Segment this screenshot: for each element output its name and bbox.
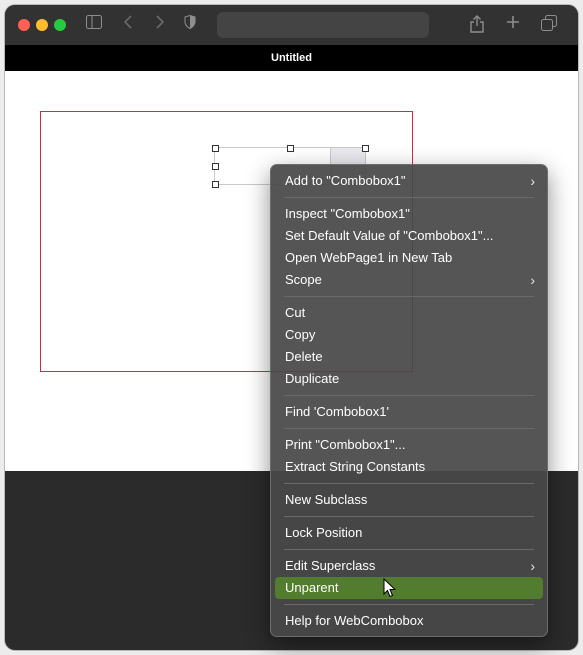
menu-separator: [284, 395, 534, 396]
share-icon[interactable]: [469, 15, 485, 35]
menu-item-duplicate[interactable]: Duplicate: [275, 368, 543, 390]
menu-item-scope[interactable]: Scope ›: [275, 269, 543, 291]
menu-item-label: Lock Position: [285, 525, 363, 540]
menu-item-label: Scope: [285, 272, 322, 287]
context-menu: Add to "Combobox1" › Inspect "Combobox1"…: [270, 164, 548, 637]
menu-separator: [284, 483, 534, 484]
menu-item-label: Cut: [285, 305, 306, 320]
menu-separator: [284, 549, 534, 550]
resize-handle[interactable]: [212, 145, 219, 152]
menu-item-label: Extract String Constants: [285, 459, 426, 474]
menu-separator: [284, 296, 534, 297]
menu-item-set-default-value[interactable]: Set Default Value of "Combobox1"...: [275, 225, 543, 247]
menu-item-label: Duplicate: [285, 371, 340, 386]
menu-item-copy[interactable]: Copy: [275, 324, 543, 346]
menu-item-add-to[interactable]: Add to "Combobox1" ›: [275, 170, 543, 192]
document-title: Untitled: [5, 45, 578, 71]
resize-handle[interactable]: [212, 181, 219, 188]
submenu-chevron-icon: ›: [530, 272, 535, 288]
menu-separator: [284, 516, 534, 517]
menu-item-unparent[interactable]: Unparent: [275, 577, 543, 599]
toolbar: [5, 5, 578, 45]
menu-separator: [284, 197, 534, 198]
menu-item-inspect[interactable]: Inspect "Combobox1": [275, 203, 543, 225]
menu-item-label: Inspect "Combobox1": [285, 206, 410, 221]
close-window-button[interactable]: [18, 19, 30, 31]
resize-handle[interactable]: [212, 163, 219, 170]
submenu-chevron-icon: ›: [530, 173, 535, 189]
menu-item-label: Copy: [285, 327, 316, 342]
new-tab-plus-icon[interactable]: [505, 15, 521, 35]
menu-item-print[interactable]: Print "Combobox1"...: [275, 434, 543, 456]
menu-item-cut[interactable]: Cut: [275, 302, 543, 324]
forward-chevron-icon[interactable]: [153, 15, 167, 35]
zoom-window-button[interactable]: [54, 19, 66, 31]
mouse-pointer-icon: [383, 578, 397, 598]
address-bar[interactable]: [217, 12, 429, 38]
menu-item-label: Set Default Value of "Combobox1"...: [285, 228, 494, 243]
menu-item-label: Delete: [285, 349, 323, 364]
menu-separator: [284, 604, 534, 605]
menu-item-label: Open WebPage1 in New Tab: [285, 250, 453, 265]
submenu-chevron-icon: ›: [530, 558, 535, 574]
menu-item-new-subclass[interactable]: New Subclass: [275, 489, 543, 511]
menu-item-open-in-new-tab[interactable]: Open WebPage1 in New Tab: [275, 247, 543, 269]
back-chevron-icon[interactable]: [121, 15, 135, 35]
menu-item-delete[interactable]: Delete: [275, 346, 543, 368]
resize-handle[interactable]: [362, 145, 369, 152]
tabs-overview-icon[interactable]: [540, 15, 558, 35]
menu-separator: [284, 428, 534, 429]
menu-item-label: New Subclass: [285, 492, 368, 507]
shield-icon[interactable]: [183, 14, 197, 35]
menu-item-extract-string-constants[interactable]: Extract String Constants: [275, 456, 543, 478]
menu-item-label: Find 'Combobox1': [285, 404, 389, 419]
minimize-window-button[interactable]: [36, 19, 48, 31]
resize-handle[interactable]: [287, 145, 294, 152]
menu-item-label: Unparent: [285, 580, 339, 595]
menu-item-edit-superclass[interactable]: Edit Superclass ›: [275, 555, 543, 577]
menu-item-label: Edit Superclass: [285, 558, 376, 573]
menu-item-label: Help for WebCombobox: [285, 613, 424, 628]
menu-item-label: Print "Combobox1"...: [285, 437, 406, 452]
menu-item-lock-position[interactable]: Lock Position: [275, 522, 543, 544]
menu-item-find[interactable]: Find 'Combobox1': [275, 401, 543, 423]
menu-item-help[interactable]: Help for WebCombobox: [275, 610, 543, 632]
sidebar-icon[interactable]: [85, 15, 103, 35]
menu-item-label: Add to "Combobox1": [285, 173, 406, 188]
